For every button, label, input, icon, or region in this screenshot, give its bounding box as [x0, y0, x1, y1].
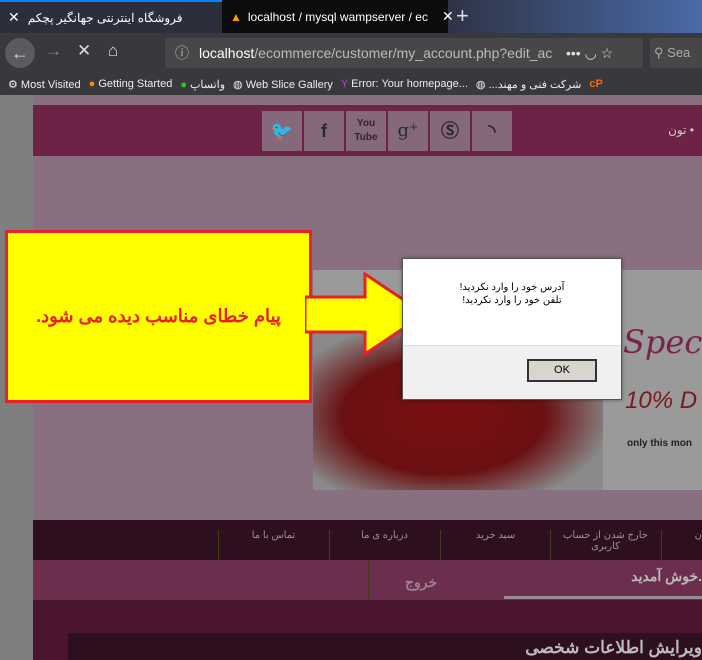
bookmark-label: Getting Started	[98, 78, 173, 90]
navigation-bar: ← → ✕ ⌂ ⓘ localhost/ecommerce/customer/my…	[0, 33, 702, 73]
alert-line-address: آدرس خود را وارد نکردید!	[459, 282, 565, 293]
more-icon[interactable]: ••• ◡ ☆	[560, 38, 620, 68]
close-icon[interactable]: ✕	[8, 9, 20, 26]
menu-item[interactable]: ن	[661, 530, 702, 560]
alert-dialog: آدرس خود را وارد نکردید! تلفن خود را وار…	[402, 258, 622, 400]
skype-icon[interactable]: Ⓢ	[430, 111, 470, 151]
menu-cart[interactable]: سبد خرید	[440, 530, 550, 560]
welcome-tab[interactable]: خوش آمدید.	[631, 568, 702, 585]
banner-discount: 10% D	[625, 387, 698, 414]
pma-icon: ▲	[230, 9, 242, 24]
youtube-icon[interactable]: You Tube	[346, 111, 386, 151]
home-button[interactable]: ⌂	[108, 41, 118, 61]
bookmark-most-visited[interactable]: ⚙ Most Visited	[8, 78, 81, 91]
menu-logout[interactable]: خارج شدن از حساب کاربری	[550, 530, 660, 560]
bookmark-getting-started[interactable]: ● Getting Started	[89, 78, 173, 90]
exit-tab[interactable]: خروج	[405, 574, 437, 591]
account-section: ویرایش اطلاعات شخصی	[33, 600, 702, 660]
tab-label: localhost / mysql wampserver / ec	[247, 9, 428, 24]
close-icon[interactable]: ✕	[442, 8, 454, 25]
bookmark-web-slice[interactable]: ◍ Web Slice Gallery	[233, 78, 333, 91]
cpanel-icon[interactable]: cP	[589, 78, 602, 90]
bookmark-label: ...شرکت فنی و مهند	[488, 78, 582, 91]
search-input[interactable]: ⚲ Sea	[650, 38, 702, 68]
url-bar[interactable]: ⓘ localhost/ecommerce/customer/my_account…	[165, 38, 643, 68]
bookmark-label: Error: Your homepage...	[351, 78, 468, 90]
google-plus-icon[interactable]: g⁺	[388, 111, 428, 151]
forward-button[interactable]: →	[45, 41, 62, 61]
active-tab-underline	[504, 596, 702, 599]
bookmark-label: واتساپ	[190, 78, 226, 91]
bookmark-whatsapp[interactable]: ● واتساپ	[180, 78, 225, 91]
bookmark-label: Most Visited	[20, 78, 81, 91]
facebook-icon[interactable]: f	[304, 111, 344, 151]
search-placeholder: Sea	[667, 45, 691, 60]
search-icon: ⚲	[654, 45, 664, 60]
annotation-callout: پیام خطای مناسب دیده می شود.	[5, 230, 312, 403]
rss-icon[interactable]: ◝	[472, 111, 512, 151]
divider	[368, 560, 369, 600]
bookmark-label: Web Slice Gallery	[245, 78, 333, 91]
new-tab-button[interactable]: +	[456, 3, 469, 29]
annotation-text: پیام خطای مناسب دیده می شود.	[36, 306, 281, 326]
bookmark-company[interactable]: ◍ ...شرکت فنی و مهند	[476, 78, 581, 91]
stop-button[interactable]: ✕	[77, 41, 91, 61]
header-text: تون •	[668, 123, 694, 137]
ok-button[interactable]: OK	[527, 359, 597, 382]
banner-special: Spec	[623, 323, 702, 361]
twitter-icon[interactable]: 🐦	[262, 111, 302, 151]
url-path: /ecommerce/customer/my_account.php?edit_…	[254, 45, 553, 61]
edit-info-box: ویرایش اطلاعات شخصی	[68, 633, 702, 660]
site-header: 🐦 f You Tube g⁺ Ⓢ ◝ تون •	[33, 105, 702, 156]
banner-only: only this mon	[627, 438, 692, 449]
section-title: ویرایش اطلاعات شخصی	[525, 638, 702, 657]
main-menu: تماس با ما درباره ی ما سبد خرید خارج شدن…	[33, 520, 702, 560]
tab-label: فروشگاه اینترنتی جهانگیر پچکم	[27, 10, 183, 25]
url-host: localhost	[199, 45, 255, 61]
menu-contact[interactable]: تماس با ما	[218, 530, 328, 560]
dialog-footer: OK	[403, 345, 621, 399]
tab-bar: فروشگاه اینترنتی جهانگیر پچکم ✕ ▲ localhos…	[0, 0, 702, 33]
tab-shop[interactable]: فروشگاه اینترنتی جهانگیر پچکم ✕	[0, 0, 222, 33]
bookmark-error[interactable]: Y Error: Your homepage...	[341, 78, 468, 90]
info-icon: ⓘ	[175, 45, 189, 61]
tab-phpmyadmin[interactable]: ▲ localhost / mysql wampserver / ec ✕	[222, 0, 454, 33]
alert-line-phone: تلفن خود را وارد نکردید!	[462, 295, 562, 306]
alert-message: آدرس خود را وارد نکردید! تلفن خود را وار…	[403, 281, 621, 307]
back-button[interactable]: ←	[5, 38, 35, 68]
menu-about[interactable]: درباره ی ما	[329, 530, 439, 560]
account-tabs: خروج خوش آمدید.	[33, 560, 702, 600]
bookmarks-bar: ⚙ Most Visited ● Getting Started ● واتسا…	[0, 73, 702, 95]
